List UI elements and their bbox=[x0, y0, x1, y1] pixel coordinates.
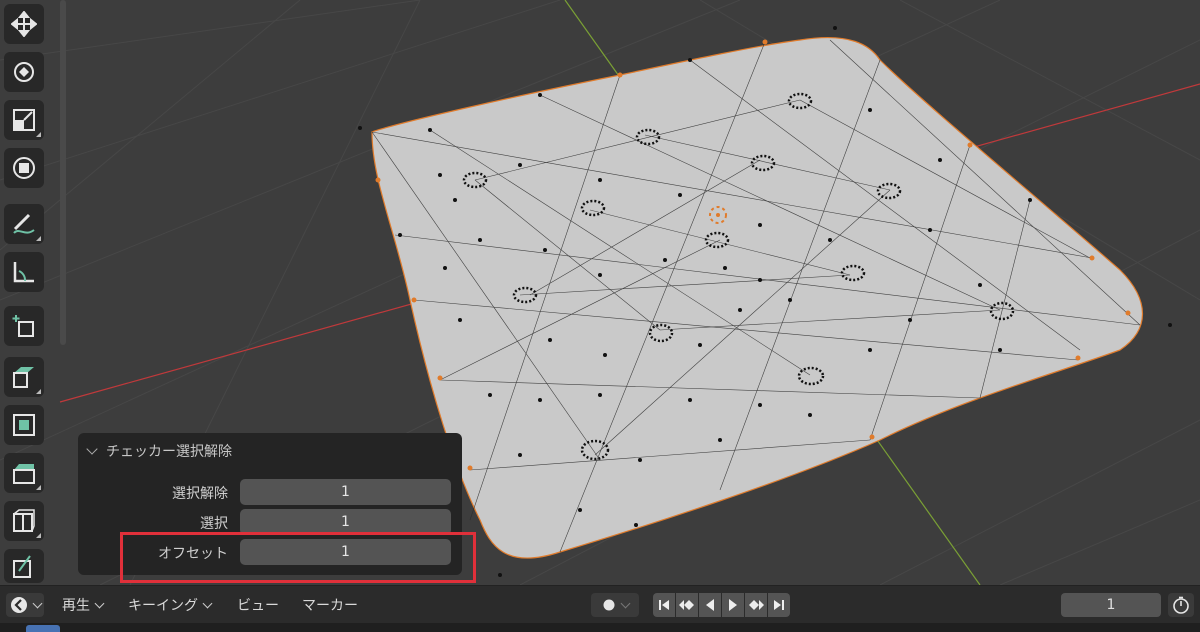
operator-panel-title: チェッカー選択解除 bbox=[106, 444, 232, 460]
scale-icon bbox=[13, 109, 35, 131]
operator-panel-header[interactable]: チェッカー選択解除 bbox=[86, 441, 232, 461]
knife-icon bbox=[13, 555, 31, 578]
timeline-ruler[interactable] bbox=[0, 623, 1200, 632]
chevron-down-icon bbox=[620, 598, 630, 608]
chevron-down-icon bbox=[202, 598, 213, 608]
highlight-box bbox=[120, 532, 476, 583]
move-icon bbox=[11, 11, 37, 37]
timeline-editor: 再生 キーイング ビュー マーカー 1 bbox=[0, 585, 1200, 632]
scale-tool-button[interactable] bbox=[4, 100, 44, 140]
timeline-header: 再生 キーイング ビュー マーカー 1 bbox=[0, 585, 1200, 624]
marker-menu[interactable]: マーカー bbox=[302, 594, 358, 616]
play-button[interactable] bbox=[722, 593, 744, 617]
add-cube-tool-button[interactable] bbox=[4, 306, 44, 346]
rotate-tool-button[interactable] bbox=[4, 52, 44, 92]
jump-end-icon bbox=[774, 600, 784, 610]
stopwatch-button[interactable] bbox=[1168, 593, 1194, 617]
play-icon bbox=[729, 599, 737, 611]
chevron-down-icon bbox=[32, 598, 42, 608]
tool-shelf bbox=[0, 0, 60, 585]
jump-start-button[interactable] bbox=[653, 593, 675, 617]
play-reverse-button[interactable] bbox=[699, 593, 721, 617]
annotate-icon bbox=[13, 213, 35, 234]
measure-icon bbox=[13, 262, 34, 283]
loop-cut-icon bbox=[13, 509, 35, 532]
keying-menu[interactable]: キーイング bbox=[128, 594, 213, 616]
select-count-label: 選択 bbox=[200, 516, 228, 532]
annotate-tool-button[interactable] bbox=[4, 204, 44, 244]
prev-keyframe-icon bbox=[679, 600, 694, 610]
deselect-count-field[interactable]: 1 bbox=[240, 479, 451, 505]
tool-options-corner bbox=[36, 389, 41, 394]
jump-end-button[interactable] bbox=[768, 593, 790, 617]
chevron-down-icon bbox=[86, 443, 98, 455]
playback-menu-label: 再生 bbox=[62, 598, 90, 614]
extrude-icon bbox=[13, 367, 34, 388]
bevel-icon bbox=[13, 464, 35, 484]
knife-tool-button[interactable] bbox=[4, 549, 44, 583]
current-frame-field[interactable]: 1 bbox=[1061, 593, 1161, 617]
tool-options-corner bbox=[36, 485, 41, 490]
play-reverse-icon bbox=[706, 599, 714, 611]
transform-tool-button[interactable] bbox=[4, 148, 44, 188]
next-keyframe-icon bbox=[749, 600, 764, 610]
record-icon bbox=[603, 599, 614, 611]
prev-keyframe-button[interactable] bbox=[676, 593, 698, 617]
chevron-down-icon bbox=[94, 598, 105, 608]
clock-icon bbox=[10, 597, 27, 613]
move-tool-button[interactable] bbox=[4, 4, 44, 44]
auto-keying-toggle[interactable] bbox=[591, 593, 639, 617]
tool-options-corner bbox=[36, 132, 41, 137]
deselect-count-label: 選択解除 bbox=[172, 486, 228, 502]
playhead-marker[interactable] bbox=[26, 625, 60, 632]
bevel-tool-button[interactable] bbox=[4, 453, 44, 493]
loop-cut-tool-button[interactable] bbox=[4, 501, 44, 541]
next-keyframe-button[interactable] bbox=[745, 593, 767, 617]
measure-tool-button[interactable] bbox=[4, 252, 44, 292]
toolbar-scrollbar[interactable] bbox=[60, 0, 66, 345]
inset-icon bbox=[13, 414, 35, 436]
transform-icon bbox=[13, 157, 35, 179]
view-menu[interactable]: ビュー bbox=[237, 594, 279, 616]
tool-options-corner bbox=[36, 533, 41, 538]
stopwatch-icon bbox=[1173, 596, 1189, 614]
keying-menu-label: キーイング bbox=[128, 598, 198, 614]
extrude-tool-button[interactable] bbox=[4, 357, 44, 397]
playback-menu[interactable]: 再生 bbox=[62, 594, 105, 616]
tool-options-corner bbox=[36, 236, 41, 241]
rotate-icon bbox=[14, 62, 34, 82]
editor-type-button[interactable] bbox=[6, 593, 44, 617]
add-cube-icon bbox=[12, 315, 34, 337]
jump-start-icon bbox=[659, 600, 669, 610]
inset-tool-button[interactable] bbox=[4, 405, 44, 445]
